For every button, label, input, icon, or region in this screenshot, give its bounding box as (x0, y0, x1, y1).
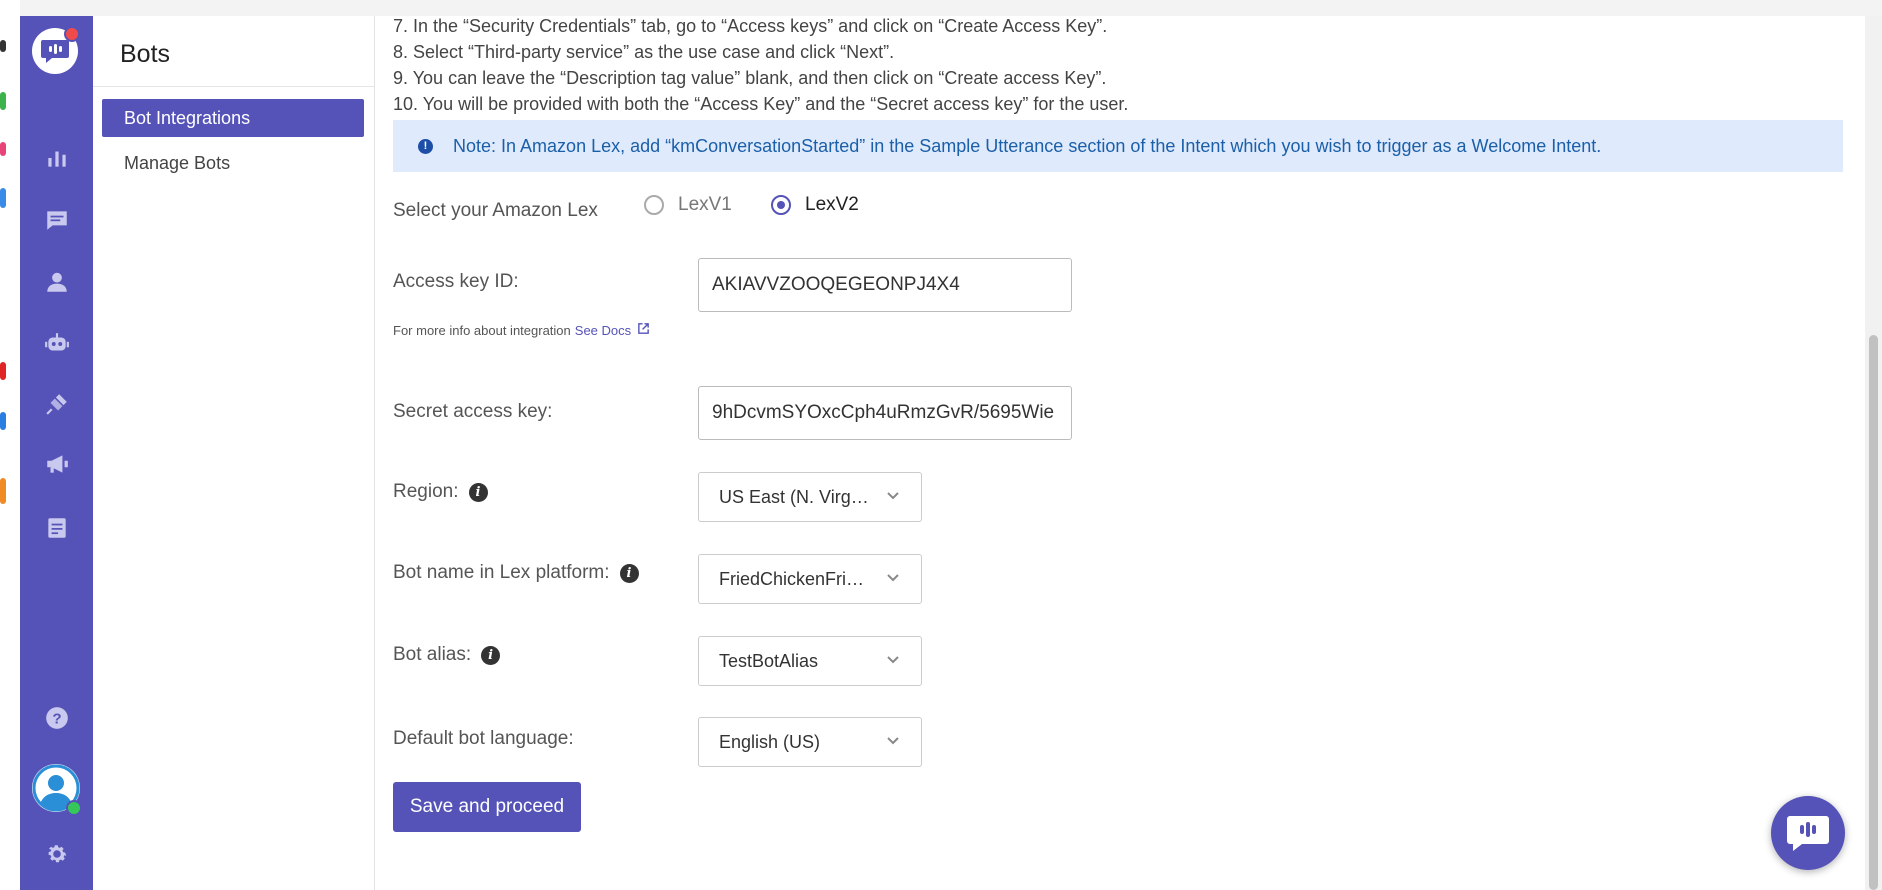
radio-label: LexV1 (678, 194, 732, 215)
info-tooltip-icon[interactable]: i (619, 563, 639, 583)
instruction-step: 10. You will be provided with both the “… (393, 94, 1129, 114)
sidebar-divider (93, 86, 374, 87)
radio-lexv2[interactable]: LexV2 (771, 194, 859, 216)
docs-hint-text: For more info about integration (393, 322, 571, 338)
region-label: Region: i (393, 481, 488, 503)
see-docs-link[interactable]: See Docs (575, 323, 631, 338)
settings-icon[interactable] (20, 836, 93, 872)
info-tooltip-icon[interactable]: i (481, 645, 501, 665)
chat-widget-button[interactable] (1771, 796, 1845, 870)
bot-name-select[interactable]: FriedChickenFriendBot (698, 554, 922, 604)
bot-name-label-text: Bot name in Lex platform: (393, 562, 610, 583)
logo-chat-icon[interactable] (32, 26, 80, 74)
secret-key-input[interactable] (698, 386, 1072, 440)
help-icon[interactable]: ? (20, 700, 93, 736)
access-key-input[interactable] (698, 258, 1072, 312)
region-value: US East (N. Virginia) (719, 486, 871, 507)
bot-name-value: FriedChickenFriendBot (719, 568, 871, 589)
sidebar-title: Bots (120, 40, 171, 68)
chevron-down-icon (885, 487, 901, 508)
lex-select-label: Select your Amazon Lex (393, 200, 598, 221)
bot-alias-label-text: Bot alias: (393, 644, 472, 665)
reports-icon[interactable] (20, 140, 93, 176)
desktop-app-icon (0, 188, 6, 208)
info-tooltip-icon[interactable]: i (468, 482, 488, 502)
desktop-app-icon (0, 40, 6, 52)
bot-name-label: Bot name in Lex platform: i (393, 562, 639, 584)
bot-alias-label: Bot alias: i (393, 644, 501, 666)
instruction-step: 7. In the “Security Credentials” tab, go… (393, 16, 1108, 36)
notification-dot (64, 26, 80, 42)
scrollbar-thumb[interactable] (1869, 335, 1878, 890)
desktop-app-icon (0, 142, 6, 156)
sidebar-item-bot-integrations[interactable]: Bot Integrations (102, 99, 364, 137)
browser-top-edge (20, 0, 1882, 17)
sidebar-item-manage-bots[interactable]: Manage Bots (102, 144, 364, 182)
instruction-step: 8. Select “Third-party service” as the u… (393, 42, 895, 62)
users-icon[interactable] (20, 264, 93, 300)
main-content: 7. In the “Security Credentials” tab, go… (375, 16, 1865, 890)
conversations-icon[interactable] (20, 202, 93, 238)
campaigns-icon[interactable] (20, 446, 93, 482)
docs-hint: For more info about integration See Docs (393, 322, 650, 338)
region-label-text: Region: (393, 481, 459, 502)
radio-circle-selected[interactable] (771, 195, 791, 215)
language-label: Default bot language: (393, 728, 574, 749)
bot-icon[interactable] (20, 326, 93, 362)
external-link-icon[interactable] (631, 322, 650, 338)
desktop-app-icon (0, 478, 6, 504)
radio-circle[interactable] (644, 195, 664, 215)
bot-alias-select[interactable]: TestBotAlias (698, 636, 922, 686)
desktop-app-icon (0, 362, 6, 380)
instruction-step: 9. You can leave the “Description tag va… (393, 68, 1107, 88)
language-value: English (US) (719, 731, 821, 752)
secret-key-label: Secret access key: (393, 401, 553, 422)
online-status-dot (66, 800, 82, 816)
chevron-down-icon (885, 569, 901, 590)
radio-label: LexV2 (805, 194, 859, 215)
save-and-proceed-button[interactable]: Save and proceed (393, 782, 581, 832)
desktop-app-icon (0, 412, 6, 430)
chat-bubble-icon (1787, 816, 1829, 851)
radio-lexv1[interactable]: LexV1 (644, 194, 732, 216)
access-key-label: Access key ID: (393, 271, 519, 292)
region-select[interactable]: US East (N. Virginia) (698, 472, 922, 522)
note-banner: ! Note: In Amazon Lex, add “kmConversati… (393, 120, 1843, 172)
desktop-edge (0, 0, 20, 890)
docs-icon[interactable] (20, 510, 93, 546)
bots-sidebar: Bots Bot Integrations Manage Bots (93, 16, 375, 890)
desktop-app-icon (0, 92, 6, 110)
chevron-down-icon (885, 732, 901, 753)
chevron-down-icon (885, 651, 901, 672)
integrations-icon[interactable] (20, 386, 93, 422)
note-text: Note: In Amazon Lex, add “kmConversation… (453, 135, 1602, 156)
app-rail: ? (20, 16, 93, 890)
language-select[interactable]: English (US) (698, 717, 922, 767)
svg-text:?: ? (52, 710, 61, 727)
info-icon: ! (418, 138, 433, 154)
bot-alias-value: TestBotAlias (719, 650, 819, 671)
